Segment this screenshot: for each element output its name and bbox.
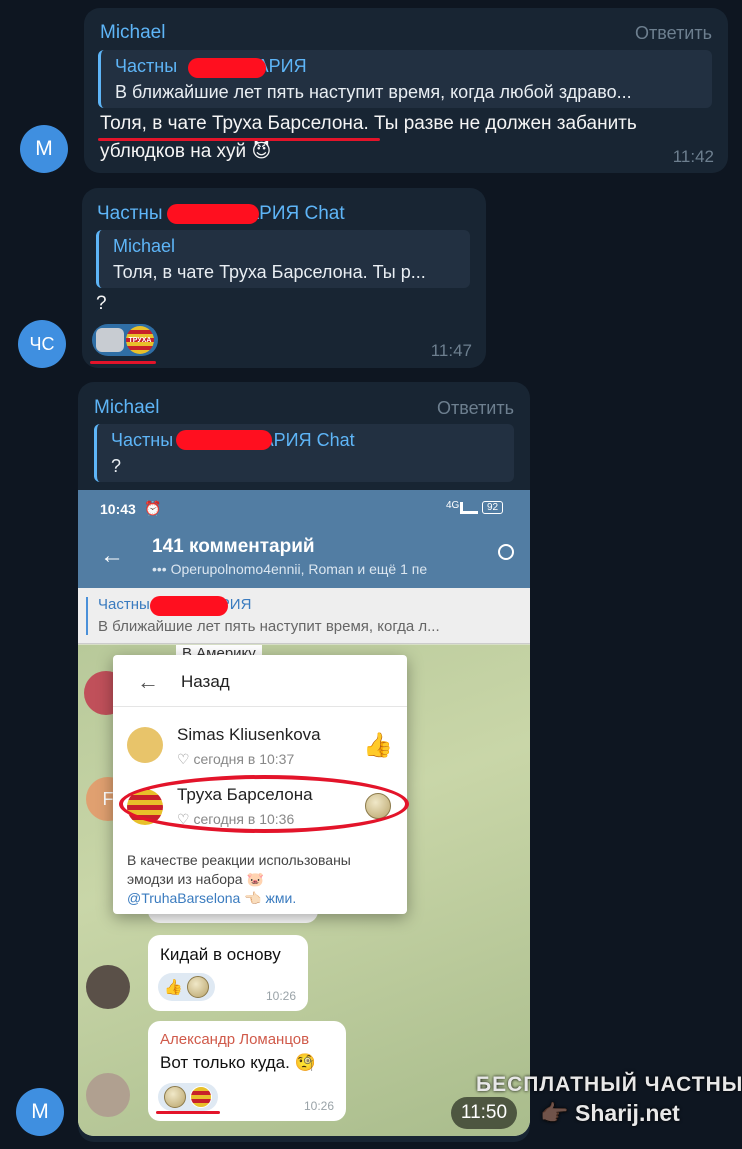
redaction-mark [188, 58, 266, 78]
message-text: ? [96, 293, 107, 314]
message-time: 11:42 [672, 147, 714, 166]
chat-bubble[interactable]: Александр Ломанцов Вот только куда. 🧐 10… [148, 1021, 346, 1121]
quote-text: В ближайшие лет пять наступит время, ког… [115, 82, 632, 102]
reaction-row[interactable]: Simas Kliusenkova ♡ сегодня в 10:37 👍 [113, 715, 407, 777]
app-bar: ← 141 комментарий ••• Operupolnomo4ennii… [78, 528, 530, 588]
popup-header: ← Назад [113, 655, 407, 707]
user-avatar[interactable] [86, 1073, 130, 1117]
coin-icon [164, 1086, 186, 1108]
chat-bubble[interactable]: Кидай в основу 👍 10:26 [148, 935, 308, 1011]
alarm-icon: ⏰ [144, 500, 162, 516]
avatar-michael[interactable]: M [16, 1088, 64, 1136]
truha-logo-icon [190, 1086, 212, 1108]
network-label: 4G [446, 500, 460, 511]
pinned-text: В ближайшие лет пять наступит время, ког… [98, 618, 440, 635]
emoji-set-note: В качестве реакции использованы эмодзи и… [127, 852, 351, 906]
reply-quote[interactable]: Частны ШАРИЯ В ближайшие лет пять наступ… [98, 50, 712, 108]
annotation-circle [119, 775, 409, 833]
reactor-name: Simas Kliusenkova [177, 725, 321, 744]
reaction-time: ♡ сегодня в 10:37 [177, 751, 295, 767]
redaction-mark [150, 596, 228, 616]
pinned-post[interactable]: Частны АРИЯ В ближайшие лет пять наступи… [78, 588, 530, 644]
pointing-hand-icon: 👉🏿 [540, 1100, 569, 1126]
annotation-underline [98, 138, 380, 141]
signal-icon [460, 502, 478, 514]
coin-icon [186, 976, 209, 998]
back-label[interactable]: Назад [181, 672, 230, 692]
thumbs-up-icon: 👍 [363, 732, 393, 759]
battery-icon: 92 [482, 501, 504, 514]
user-avatar[interactable] [86, 965, 130, 1009]
bubble-text: Кидай в основу [160, 945, 281, 964]
message-time: 11:47 [430, 341, 472, 360]
annotation-underline [156, 1111, 220, 1114]
back-arrow-icon[interactable]: ← [100, 542, 124, 570]
phone-status-bar: 10:43 ⏰ 4G 92 [78, 490, 530, 528]
thumbs-up-icon: 👍 [164, 979, 183, 996]
reaction-chip[interactable]: 👍 [158, 973, 215, 1001]
redaction-mark [176, 430, 272, 450]
bubble-text: Вот только куда. 🧐 [160, 1053, 316, 1072]
pointing-hand-icon: 👈🏻 [244, 890, 262, 906]
message-bubble[interactable]: Частны ШАРИЯ Chat Michael Толя, в чате Т… [82, 188, 486, 368]
avatar-michael[interactable]: M [20, 125, 68, 173]
quote-author: Michael [113, 236, 176, 256]
sticker-icon [96, 328, 124, 352]
truha-logo-icon: ТРУХА [126, 326, 154, 354]
bubble-time: 10:26 [303, 1099, 334, 1113]
emoji-set-link[interactable]: @TruhaBarselona [127, 890, 240, 906]
sender-name[interactable]: Michael [100, 22, 165, 44]
reply-button[interactable]: Ответить [437, 398, 514, 419]
comments-title: 141 комментарий [152, 536, 315, 557]
emoji-set-icon: 🐷 [246, 871, 264, 887]
sender-name[interactable]: Michael [94, 397, 159, 419]
back-arrow-icon[interactable]: ← [137, 669, 159, 695]
reaction-chip[interactable] [158, 1083, 218, 1111]
search-icon[interactable] [498, 544, 514, 560]
watermark-site: 👉🏿 Sharij.net [540, 1100, 680, 1126]
status-time: 10:43 [100, 501, 136, 517]
watermark-text: БЕСПЛАТНЫЙ ЧАСТНЫЙ [476, 1073, 742, 1096]
reaction-chip[interactable]: ТРУХА [92, 324, 158, 356]
reactions-popup[interactable]: ← Назад Simas Kliusenkova ♡ сегодня в 10… [113, 655, 409, 914]
embedded-screenshot[interactable]: 10:43 ⏰ 4G 92 ← 141 комментарий ••• Oper… [78, 490, 530, 1136]
emoji-set-cta[interactable]: жми. [266, 890, 297, 906]
user-avatar [127, 727, 163, 763]
bubble-author: Александр Ломанцов [160, 1031, 310, 1048]
pinned-bar [86, 597, 88, 635]
message-bubble[interactable]: Michael Ответить Частны ШАРИЯ В ближайши… [84, 8, 728, 173]
quote-text: Толя, в чате Труха Барселона. Ты р... [113, 262, 426, 282]
quote-text: ? [111, 456, 122, 476]
screenshot-time: 11:50 [451, 1097, 517, 1129]
bubble-time: 10:26 [265, 989, 296, 1003]
reply-button[interactable]: Ответить [635, 23, 712, 44]
reply-quote[interactable]: Michael Толя, в чате Труха Барселона. Ты… [96, 230, 470, 288]
reply-quote[interactable]: Частны ШАРИЯ Chat ? [94, 424, 514, 482]
annotation-underline [90, 361, 156, 364]
typing-subtitle: ••• Operupolnomo4ennii, Roman и ещё 1 пе [152, 561, 428, 577]
avatar-chat[interactable]: ЧС [18, 320, 66, 368]
redaction-mark [167, 204, 259, 224]
